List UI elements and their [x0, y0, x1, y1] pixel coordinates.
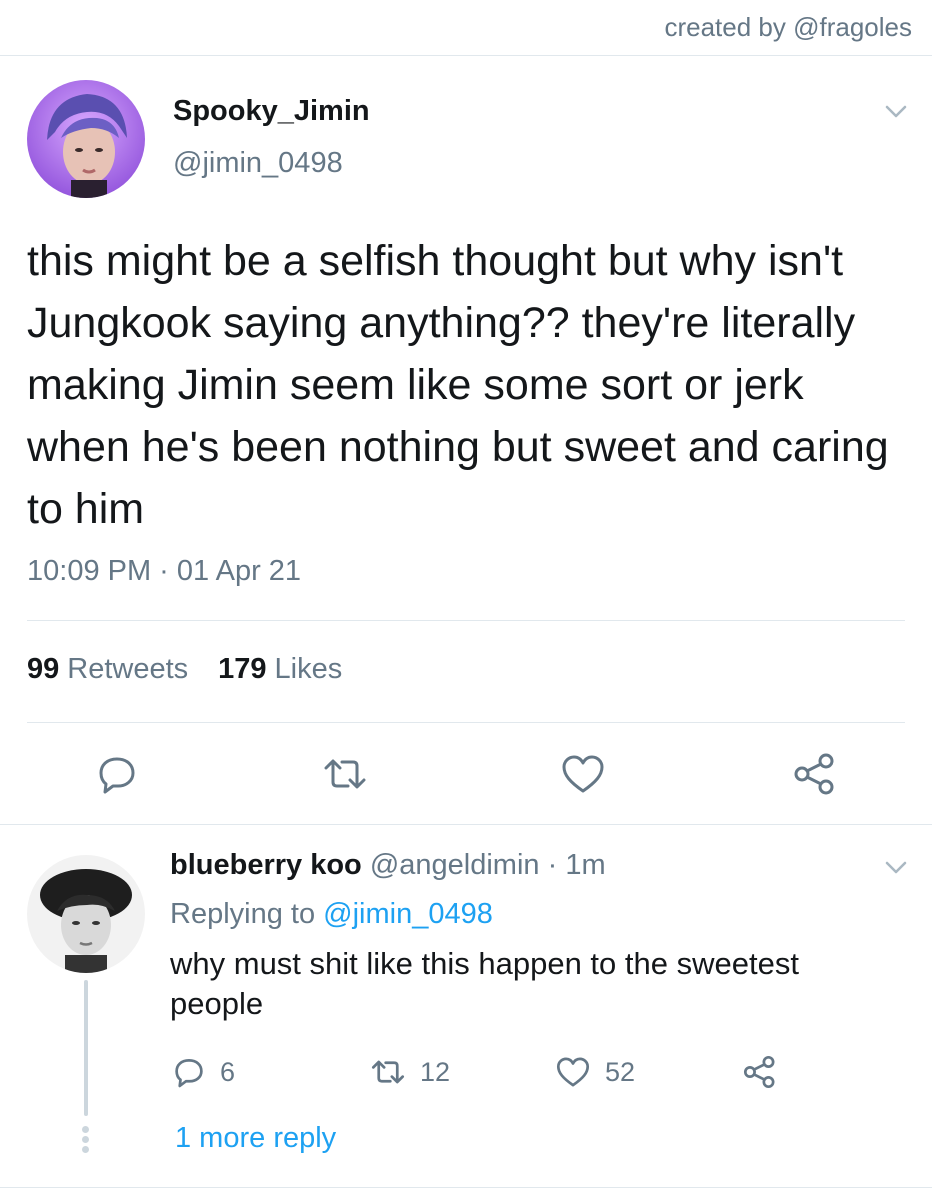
likes-stat[interactable]: 179 Likes	[218, 653, 342, 686]
more-replies-link[interactable]: 1 more reply	[175, 1122, 336, 1155]
reply-share-button[interactable]	[742, 1055, 778, 1089]
retweet-button[interactable]	[322, 752, 368, 796]
creator-credit: created by @fragoles	[664, 12, 912, 42]
divider	[0, 1187, 932, 1188]
share-button[interactable]	[792, 752, 838, 796]
reply-author-avatar[interactable]	[27, 855, 145, 973]
divider	[27, 620, 905, 621]
retweets-count: 99	[27, 653, 60, 685]
share-icon	[743, 1055, 775, 1089]
divider	[0, 824, 932, 825]
separator-dot: ·	[547, 849, 558, 881]
reply-reply-button[interactable]: 6	[172, 1055, 235, 1089]
reply-age[interactable]: 1m	[565, 849, 605, 881]
reply-retweet-button[interactable]: 12	[370, 1055, 450, 1089]
replying-to-line: Replying to @jimin_0498	[170, 898, 493, 931]
chevron-down-icon[interactable]	[882, 854, 910, 882]
reply-text: why must shit like this happen to the sw…	[170, 946, 799, 1021]
retweet-count: 12	[420, 1056, 451, 1087]
author-handle[interactable]: @jimin_0498	[173, 147, 343, 180]
top-divider	[0, 55, 932, 56]
likes-count: 179	[218, 653, 267, 685]
retweet-icon	[324, 759, 366, 789]
reply-display-name[interactable]: blueberry koo	[170, 849, 362, 881]
divider	[27, 722, 905, 723]
retweets-label: Retweets	[67, 653, 189, 685]
reply-handle[interactable]: @angeldimin	[370, 849, 540, 881]
heart-icon	[556, 1057, 590, 1087]
reply-icon	[99, 757, 135, 794]
heart-icon	[562, 755, 604, 793]
reply-like-button[interactable]: 52	[555, 1055, 635, 1089]
like-button[interactable]	[560, 752, 606, 796]
retweets-stat[interactable]: 99 Retweets	[27, 653, 188, 686]
author-avatar[interactable]	[27, 80, 145, 198]
replying-to-mention[interactable]: @jimin_0498	[323, 898, 493, 930]
reply-header: blueberry koo @angeldimin · 1m	[170, 849, 606, 882]
author-display-name[interactable]: Spooky_Jimin	[173, 95, 370, 128]
share-icon	[794, 753, 834, 795]
retweet-icon	[371, 1060, 405, 1084]
like-count: 52	[605, 1056, 636, 1087]
reply-icon	[175, 1059, 203, 1088]
chevron-down-icon[interactable]	[882, 98, 910, 126]
tweet-timestamp[interactable]: 10:09 PM · 01 Apr 21	[27, 555, 301, 588]
reply-count: 6	[220, 1056, 236, 1087]
replying-to-label: Replying to	[170, 898, 316, 930]
thread-line	[84, 980, 88, 1116]
likes-label: Likes	[274, 653, 343, 685]
reply-button[interactable]	[95, 752, 139, 796]
thread-dots	[82, 1126, 89, 1153]
tweet-text: this might be a selfish thought but why …	[27, 237, 889, 533]
tweet-stats: 99 Retweets 179 Likes	[27, 653, 342, 686]
